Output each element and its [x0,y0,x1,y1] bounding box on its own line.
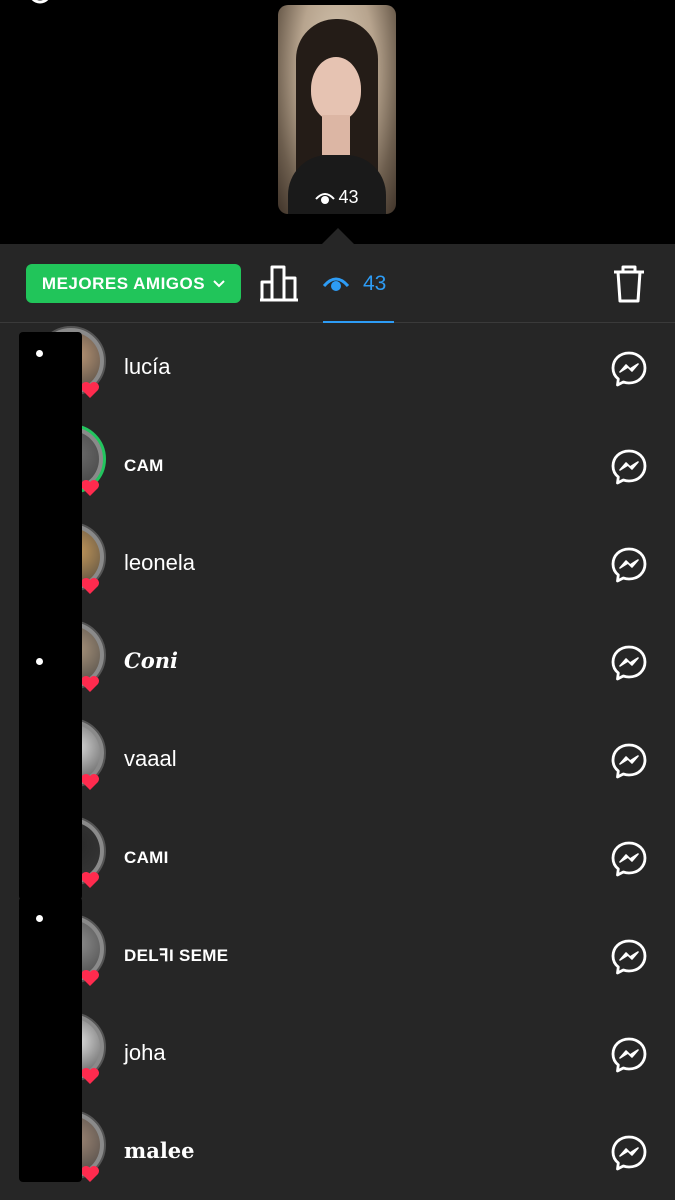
redaction-block [19,332,82,900]
chevron-down-icon [213,279,225,287]
eye-icon [315,192,336,204]
insights-icon[interactable] [259,264,299,302]
username[interactable]: CAM [124,456,164,476]
heart-icon [81,872,99,888]
messenger-icon[interactable] [610,644,648,682]
username[interactable]: CAMI [124,848,169,868]
list-item[interactable]: lucía [0,323,675,421]
messenger-icon[interactable] [610,840,648,878]
viewer-list: lucía CAM leonela Coni vaaal CAMI DELꟻI SEME jo… [0,323,675,1200]
heart-icon [81,1166,99,1182]
list-item[interactable]: joha [0,1009,675,1107]
story-preview-area: 43 [0,0,675,244]
eye-icon [323,277,349,291]
username[interactable]: joha [124,1040,166,1066]
story-thumbnail[interactable]: 43 [278,5,396,214]
heart-icon [81,578,99,594]
list-item[interactable]: CAM [0,421,675,519]
heart-icon [81,480,99,496]
heart-icon [81,676,99,692]
heart-icon [81,1068,99,1084]
close-icon[interactable] [619,0,653,6]
best-friends-label: MEJORES AMIGOS [41,273,206,293]
story-views-count: 43 [278,187,396,208]
trash-icon[interactable] [611,264,647,304]
heart-icon [81,774,99,790]
messenger-icon[interactable] [610,1036,648,1074]
username[interactable]: lucía [124,354,170,380]
list-item[interactable]: DELꟻI SEME [0,911,675,1009]
list-item[interactable]: CAMI [0,813,675,911]
viewer-tabs: MEJORES AMIGOS 43 [0,244,675,323]
redaction-block [19,897,82,1182]
settings-icon[interactable] [26,0,54,6]
username[interactable]: malee [124,1138,195,1163]
tab-viewers[interactable]: 43 [323,264,393,304]
username[interactable]: DELꟻI SEME [124,946,228,966]
best-friends-button[interactable]: MEJORES AMIGOS [26,264,241,303]
list-item[interactable]: Coni [0,617,675,715]
selection-caret [322,228,354,244]
messenger-icon[interactable] [610,742,648,780]
messenger-icon[interactable] [610,546,648,584]
username[interactable]: vaaal [124,746,177,772]
heart-icon [81,970,99,986]
messenger-icon[interactable] [610,938,648,976]
heart-icon [81,382,99,398]
list-item[interactable]: leonela [0,519,675,617]
viewers-count: 43 [363,272,387,295]
username[interactable]: leonela [124,550,195,576]
messenger-icon[interactable] [610,1134,648,1172]
story-views-label: 43 [338,187,359,207]
username[interactable]: Coni [124,648,178,673]
list-item[interactable]: malee [0,1107,675,1200]
list-item[interactable]: vaaal [0,715,675,813]
messenger-icon[interactable] [610,448,648,486]
messenger-icon[interactable] [610,350,648,388]
